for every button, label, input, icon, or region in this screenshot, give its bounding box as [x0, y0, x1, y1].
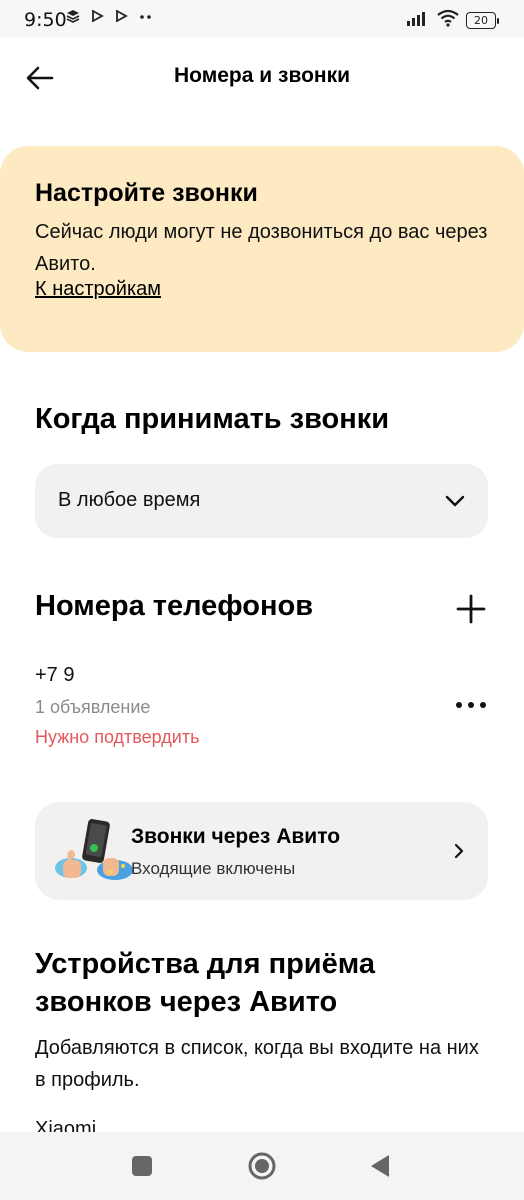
stack-icon [66, 9, 80, 27]
page-title: Номера и звонки [173, 64, 351, 87]
call-time-select[interactable]: В любое время [35, 464, 488, 538]
phone-ads-count: 1 объявление [35, 697, 151, 717]
battery-icon: 20 [466, 12, 499, 29]
when-calls-title: Когда принимать звонки [35, 403, 390, 435]
calls-card-title: Звонки через Авито [131, 825, 341, 848]
dot [468, 702, 474, 708]
devices-title: Устройства для приёма звонков через Авит… [35, 948, 375, 1018]
banner-title: Настройте звонки [35, 179, 258, 207]
phone-more-button[interactable] [452, 694, 490, 716]
recents-icon [132, 1156, 152, 1176]
nav-back-button[interactable] [364, 1150, 396, 1182]
recents-button[interactable] [126, 1150, 158, 1182]
status-time: 9:50 [24, 9, 67, 31]
to-settings-link[interactable]: К настройкам [35, 278, 161, 301]
dot [456, 702, 462, 708]
phone-number: +7 9 [35, 664, 75, 686]
setup-calls-banner: Настройте звонки Сейчас люди могут не до… [0, 146, 524, 352]
call-time-value: В любое время [58, 489, 201, 511]
phone-status: Нужно подтвердить [35, 727, 200, 747]
calls-card-subtitle: Входящие включены [131, 859, 296, 878]
app-header: Номера и звонки [0, 38, 524, 116]
play-icon [114, 9, 128, 27]
signal-icon [406, 10, 430, 31]
play-icon [90, 9, 104, 27]
home-icon [248, 1152, 276, 1180]
plus-icon [456, 594, 486, 624]
back-icon [371, 1155, 389, 1177]
home-button[interactable] [246, 1150, 278, 1182]
status-bar: 9:50 20 [0, 0, 524, 38]
dot [480, 702, 486, 708]
wifi-icon [436, 9, 460, 32]
chevron-right-icon [454, 843, 464, 859]
devices-description: Добавляются в список, когда вы входите н… [35, 1037, 479, 1091]
avito-calls-card[interactable]: Звонки через Авито Входящие включены [35, 802, 488, 900]
more-icon [138, 9, 154, 27]
banner-text: Сейчас люди могут не дозвониться до вас … [35, 221, 488, 275]
system-nav-bar [0, 1132, 524, 1200]
add-phone-button[interactable] [456, 594, 486, 624]
phone-hands-icon [55, 819, 133, 880]
phones-title: Номера телефонов [35, 590, 314, 622]
chevron-down-icon [445, 495, 465, 507]
